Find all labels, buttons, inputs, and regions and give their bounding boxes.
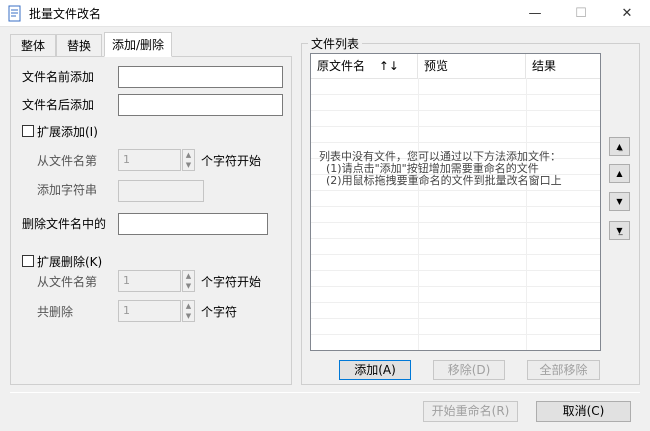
grid-line	[311, 334, 600, 335]
move-top-button[interactable]: ▲̲	[609, 137, 630, 156]
up-arrow-icon[interactable]: ▲	[183, 271, 194, 281]
total-delete-label: 共删除	[37, 305, 74, 319]
char-start-label: 个字符开始	[201, 154, 262, 168]
app-icon	[8, 5, 21, 22]
close-icon: ✕	[621, 6, 633, 21]
grid-line	[311, 286, 600, 287]
remove-all-button[interactable]: 全部移除	[527, 360, 600, 380]
add-string-label: 添加字符串	[37, 183, 98, 197]
extend-delete-label[interactable]: 扩展删除(K)	[37, 253, 102, 270]
extend-add-checkbox[interactable]	[22, 125, 34, 137]
grid-line	[311, 110, 600, 111]
del-char-start-label: 个字符开始	[201, 275, 262, 289]
delete-in-name-label: 删除文件名中的	[22, 217, 107, 231]
total-delete-input[interactable]: 1	[118, 300, 181, 322]
del-from-label: 从文件名第	[37, 275, 98, 289]
column-original-name[interactable]: 原文件名 ↑↓	[311, 54, 418, 78]
extend-delete-checkbox[interactable]	[22, 255, 34, 267]
move-up-button[interactable]: ▲	[609, 164, 630, 183]
move-up-icon: ▲	[616, 169, 623, 178]
grid-line	[311, 126, 600, 127]
grid-line	[311, 238, 600, 239]
grid-line	[311, 142, 600, 143]
up-arrow-icon[interactable]: ▲	[183, 301, 194, 311]
suffix-input[interactable]	[118, 94, 283, 116]
footer-separator	[10, 392, 640, 393]
maximize-icon: ☐	[575, 6, 587, 21]
down-arrow-icon[interactable]: ▼	[183, 311, 194, 321]
sort-icon[interactable]: ↑↓	[379, 59, 399, 73]
grid-line	[311, 270, 600, 271]
header-divider	[311, 78, 600, 79]
move-down-icon: ▼	[616, 197, 623, 206]
move-top-icon: ▲̲	[616, 142, 623, 151]
down-arrow-icon[interactable]: ▼	[183, 160, 194, 170]
add-string-input[interactable]	[118, 180, 204, 202]
empty-list-message: 列表中没有文件，您可以通过以下方法添加文件： (1)请点击"添加"按钮增加需要重…	[319, 150, 562, 187]
total-delete-stepper[interactable]: ▲ ▼	[182, 300, 195, 322]
file-list-view[interactable]: 原文件名 ↑↓ 预览 结果	[310, 53, 601, 351]
remove-button[interactable]: 移除(D)	[433, 360, 505, 380]
cancel-button[interactable]: 取消(C)	[536, 401, 631, 422]
up-arrow-icon[interactable]: ▲	[183, 150, 194, 160]
from-pos-input[interactable]: 1	[118, 149, 181, 171]
add-button[interactable]: 添加(A)	[339, 360, 411, 380]
down-arrow-icon[interactable]: ▼	[183, 281, 194, 291]
close-button[interactable]: ✕	[604, 0, 650, 27]
move-bottom-button[interactable]: ▼̲	[609, 221, 630, 240]
chars-label: 个字符	[201, 305, 238, 319]
file-list-title: 文件列表	[308, 35, 363, 52]
grid-line	[311, 302, 600, 303]
from-pos-stepper[interactable]: ▲ ▼	[182, 149, 195, 171]
minimize-icon: —	[528, 6, 542, 21]
delete-in-name-input[interactable]	[118, 213, 268, 235]
from-pos-label: 从文件名第	[37, 154, 98, 168]
grid-line	[418, 78, 419, 350]
suffix-label: 文件名后添加	[22, 98, 95, 112]
tab-overall[interactable]: 整体	[10, 34, 56, 56]
start-rename-button[interactable]: 开始重命名(R)	[423, 401, 518, 422]
grid-line	[311, 318, 600, 319]
grid-line	[311, 206, 600, 207]
grid-line	[311, 94, 600, 95]
column-result[interactable]: 结果	[526, 54, 600, 78]
del-from-stepper[interactable]: ▲ ▼	[182, 270, 195, 292]
move-down-button[interactable]: ▼	[609, 192, 630, 211]
tab-replace[interactable]: 替换	[56, 34, 102, 56]
window-title: 批量文件改名	[29, 7, 102, 21]
grid-line	[526, 78, 527, 350]
prefix-label: 文件名前添加	[22, 70, 95, 84]
tab-add-delete[interactable]: 添加/删除	[104, 32, 172, 57]
maximize-button[interactable]: ☐	[558, 0, 604, 27]
minimize-button[interactable]: —	[512, 0, 558, 27]
grid-line	[311, 254, 600, 255]
extend-add-label[interactable]: 扩展添加(I)	[37, 123, 98, 140]
move-bottom-icon: ▼̲	[616, 226, 623, 235]
prefix-input[interactable]	[118, 66, 283, 88]
del-from-input[interactable]: 1	[118, 270, 181, 292]
grid-line	[311, 190, 600, 191]
column-preview[interactable]: 预览	[418, 54, 526, 78]
grid-line	[311, 222, 600, 223]
